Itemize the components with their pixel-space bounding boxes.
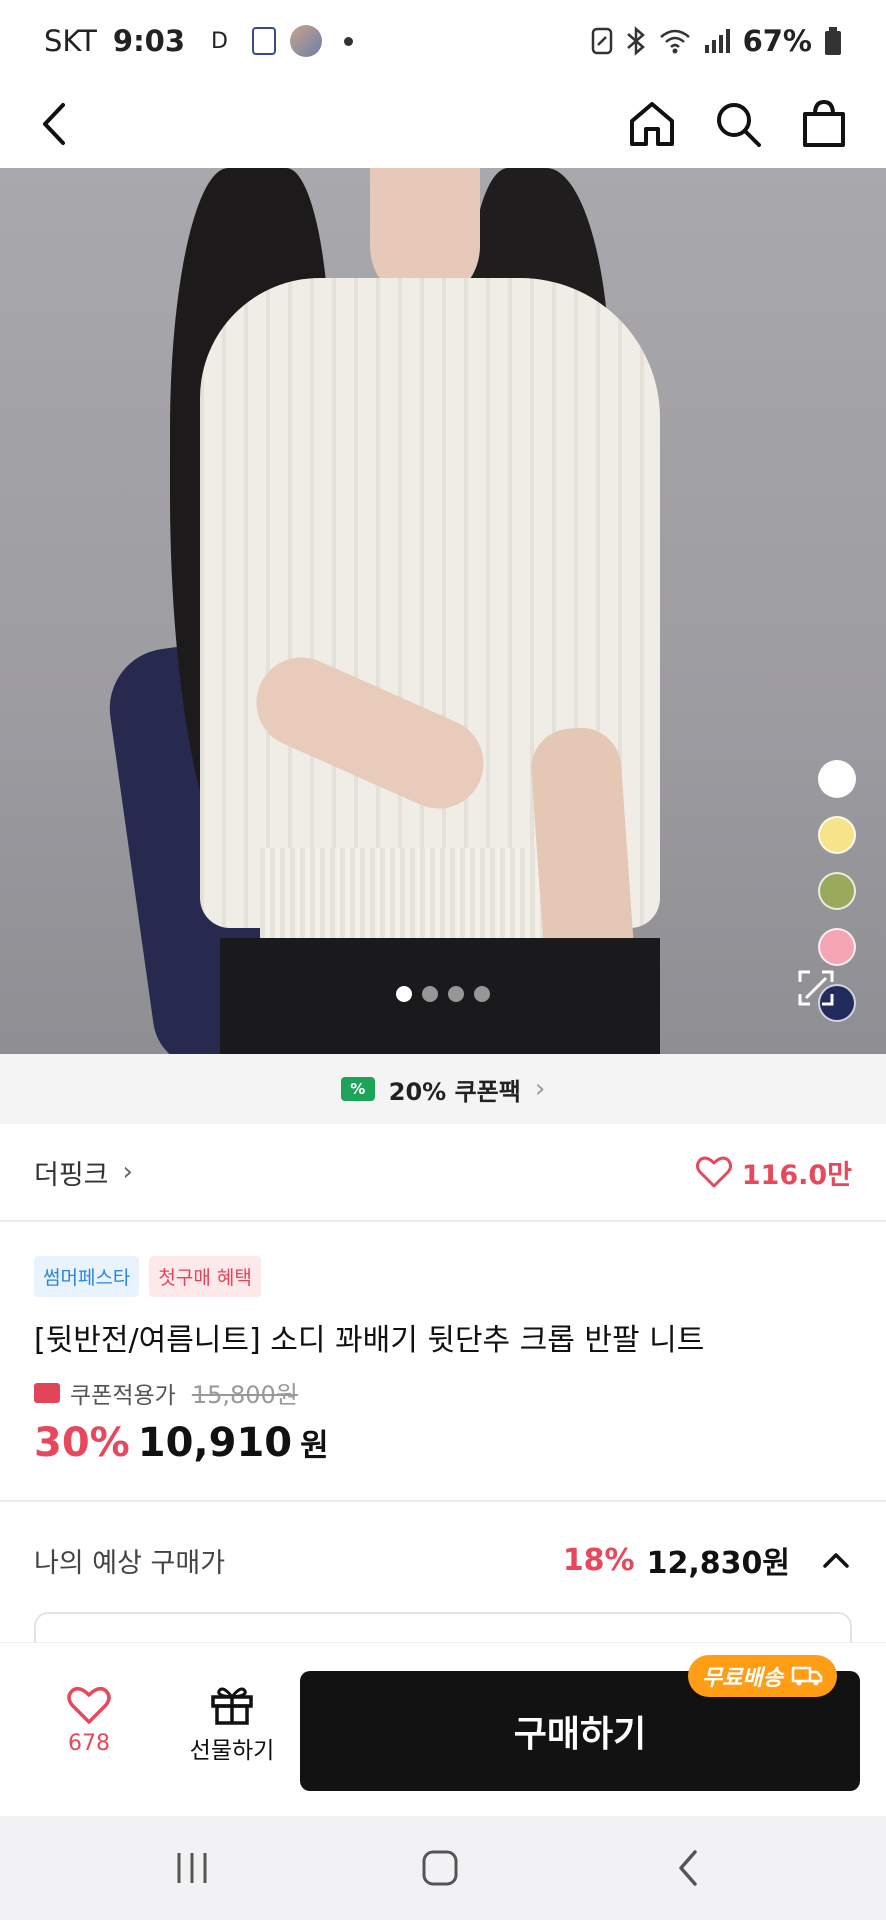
color-swatch[interactable] [818, 872, 856, 910]
discount-rate: 30% [34, 1420, 130, 1466]
coupon-pack-banner[interactable]: % 20% 쿠폰팩 › [0, 1054, 886, 1124]
coupon-price-label: 쿠폰적용가 [70, 1382, 176, 1409]
search-button[interactable] [706, 92, 770, 156]
system-back-icon [679, 1850, 697, 1886]
image-pager [0, 986, 886, 1002]
wishlist-count: 678 [68, 1731, 110, 1756]
shopping-bag-icon [803, 99, 845, 147]
product-info: 썸머페스타 첫구매 혜택 [뒷반전/여름니트] 소디 꽈배기 뒷단추 크롭 반팔… [34, 1256, 854, 1466]
recent-apps-icon [177, 1853, 207, 1883]
notification-dot-icon [343, 36, 353, 46]
chevron-right-icon: › [534, 1074, 546, 1104]
coupon-icon: % [340, 1077, 375, 1101]
bluetooth-icon [626, 26, 645, 56]
pager-dot[interactable] [396, 986, 412, 1002]
wishlist-button[interactable]: 678 [48, 1685, 130, 1775]
system-nav-bar [0, 1816, 886, 1920]
cart-button[interactable] [792, 92, 856, 156]
brand-name-link[interactable]: 더핑크 [34, 1153, 109, 1192]
home-button[interactable] [620, 92, 684, 156]
color-swatch[interactable] [818, 928, 856, 966]
color-swatch[interactable] [818, 816, 856, 854]
coupon-pack-label: 20% 쿠폰팩 [388, 1077, 521, 1106]
product-photo-rib-hem [260, 848, 570, 938]
pager-dot[interactable] [474, 986, 490, 1002]
sale-price: 10,910 [137, 1420, 293, 1466]
recent-apps-button[interactable] [162, 1842, 222, 1894]
clock: 9:03 [112, 24, 186, 58]
estimated-price-row[interactable]: 나의 예상 구매가 18% 12,830원 [0, 1512, 886, 1608]
avatar-icon [289, 25, 322, 57]
home-icon [630, 102, 674, 146]
event-badge: 썸머페스타 [34, 1256, 140, 1297]
heart-icon [695, 1156, 732, 1188]
pager-dot[interactable] [448, 986, 464, 1002]
system-back-button[interactable] [658, 1842, 718, 1894]
chevron-up-icon[interactable] [820, 1544, 852, 1576]
battery-icon [825, 27, 841, 55]
free-shipping-badge: 무료배송 [688, 1655, 837, 1697]
coupon-price-row: 쿠폰적용가 15,800원 [34, 1375, 854, 1410]
estimated-price: 12,830원 [646, 1546, 790, 1581]
back-button[interactable] [22, 92, 86, 156]
gift-button[interactable]: 선물하기 [172, 1683, 292, 1779]
indicator-label: D [211, 28, 228, 54]
brand-row: 더핑크 › 116.0만 [0, 1124, 886, 1222]
badge-list: 썸머페스타 첫구매 혜택 [34, 1256, 854, 1297]
signal-icon [704, 29, 730, 53]
chevron-right-icon: › [122, 1157, 133, 1187]
brand-like-button[interactable]: 116.0만 [695, 1153, 852, 1192]
estimated-discount-rate: 18% [562, 1542, 635, 1578]
free-shipping-label: 무료배송 [702, 1666, 783, 1691]
app-badge-icon [251, 27, 276, 55]
color-swatch[interactable] [818, 760, 856, 798]
nfc-icon [591, 27, 612, 55]
system-home-icon [422, 1850, 458, 1886]
truck-icon [791, 1666, 823, 1686]
carrier-label: SKT [44, 24, 97, 58]
gift-label: 선물하기 [189, 1738, 275, 1764]
back-arrow-icon [43, 103, 65, 145]
heart-icon [67, 1687, 111, 1724]
brand-like-count: 116.0만 [741, 1159, 852, 1191]
gift-icon [211, 1687, 253, 1725]
section-divider [0, 1500, 886, 1502]
coupon-tag-icon [34, 1382, 60, 1403]
bottom-action-bar: 678 선물하기 구매하기 무료배송 [0, 1642, 886, 1816]
price-unit: 원 [300, 1428, 329, 1464]
product-image-gallery[interactable] [0, 168, 886, 1054]
product-title: [뒷반전/여름니트] 소디 꽈배기 뒷단추 크롭 반팔 니트 [34, 1323, 705, 1358]
top-nav-bar [0, 82, 886, 168]
first-purchase-badge: 첫구매 혜택 [149, 1256, 261, 1297]
original-price: 15,800원 [191, 1381, 298, 1409]
search-icon [717, 103, 761, 147]
pager-dot[interactable] [422, 986, 438, 1002]
status-bar: SKT 9:03 D 67% [0, 0, 886, 82]
wifi-icon [659, 29, 690, 54]
system-home-button[interactable] [410, 1842, 470, 1894]
battery-percent: 67% [742, 24, 812, 58]
estimated-price-label: 나의 예상 구매가 [34, 1547, 226, 1579]
price-row: 30% 10,910 원 [34, 1420, 854, 1466]
